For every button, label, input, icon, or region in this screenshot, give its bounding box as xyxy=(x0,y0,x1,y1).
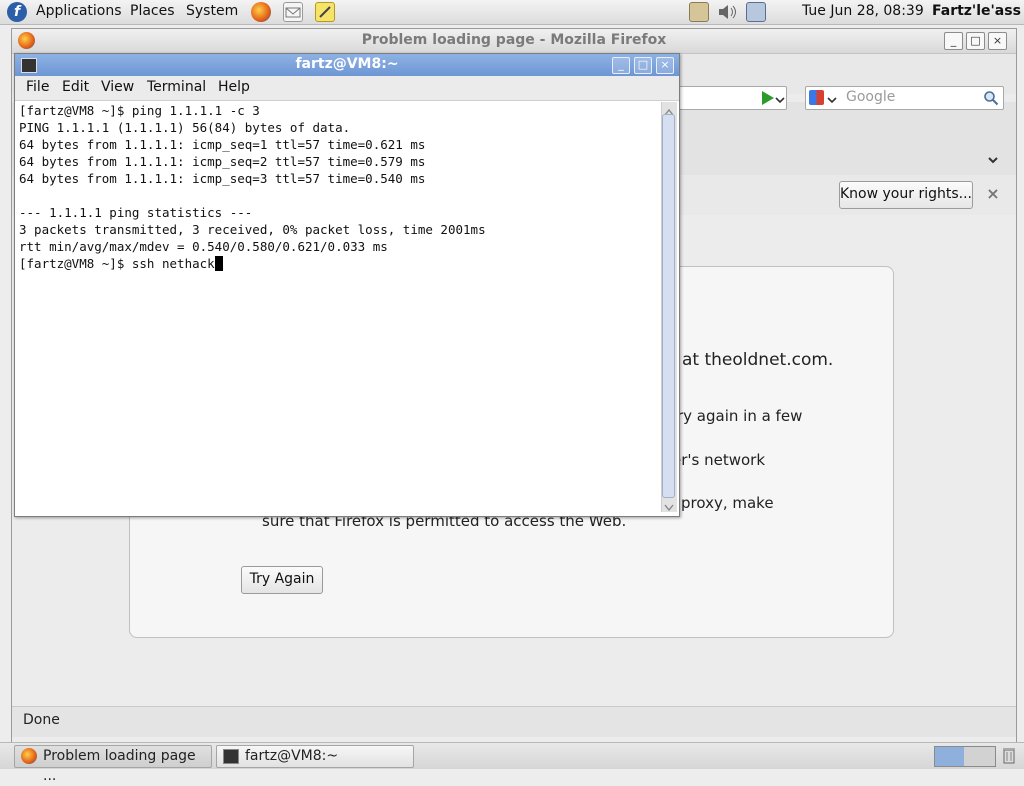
terminal-titlebar[interactable]: fartz@VM8:~ _ □ × xyxy=(15,54,679,76)
minimize-button[interactable]: _ xyxy=(612,57,630,74)
search-input[interactable]: Google xyxy=(805,86,1004,110)
terminal-line: 64 bytes from 1.1.1.1: icmp_seq=2 ttl=57… xyxy=(19,154,426,169)
clock[interactable]: Tue Jun 28, 08:39 xyxy=(802,0,924,24)
bottom-panel: Problem loading page ... fartz@VM8:~ xyxy=(0,742,1024,784)
chevron-down-icon[interactable] xyxy=(775,93,785,104)
volume-icon[interactable] xyxy=(717,3,739,21)
menu-edit[interactable]: Edit xyxy=(62,79,89,95)
menu-applications[interactable]: Applications xyxy=(36,0,122,24)
firefox-icon xyxy=(21,748,37,764)
search-icon[interactable] xyxy=(983,90,999,106)
maximize-button[interactable]: □ xyxy=(966,32,985,50)
search-placeholder: Google xyxy=(846,89,896,105)
terminal-cursor xyxy=(214,256,223,271)
menu-places[interactable]: Places xyxy=(130,0,175,24)
display-icon[interactable] xyxy=(746,2,766,22)
chevron-down-icon[interactable] xyxy=(827,93,837,104)
terminal-window: fartz@VM8:~ _ □ × File Edit View Termina… xyxy=(14,53,680,517)
terminal-line: 64 bytes from 1.1.1.1: icmp_seq=3 ttl=57… xyxy=(19,171,426,186)
close-button[interactable]: × xyxy=(988,32,1007,50)
taskbar-label: Problem loading page ... xyxy=(43,748,196,784)
fedora-logo-icon[interactable]: f xyxy=(7,2,27,22)
taskbar-item-firefox[interactable]: Problem loading page ... xyxy=(14,745,212,784)
terminal-line: [fartz@VM8 ~]$ ping 1.1.1.1 -c 3 xyxy=(19,103,260,118)
workspace-1[interactable] xyxy=(935,747,964,766)
firefox-titlebar[interactable]: Problem loading page - Mozilla Firefox _… xyxy=(12,29,1016,54)
terminal-prompt-line: [fartz@VM8 ~]$ ssh nethack xyxy=(19,255,659,272)
minimize-button[interactable]: _ xyxy=(944,32,963,50)
menu-file[interactable]: File xyxy=(26,79,49,95)
user-name[interactable]: Fartz'le'ass xyxy=(932,0,1021,24)
terminal-icon xyxy=(223,749,239,764)
menu-view[interactable]: View xyxy=(101,79,134,95)
chevron-down-icon[interactable] xyxy=(987,154,999,166)
close-icon[interactable]: × xyxy=(986,186,1000,202)
scroll-down-icon[interactable] xyxy=(664,500,674,512)
mail-icon[interactable] xyxy=(283,2,303,22)
error-line: er's network xyxy=(672,451,766,469)
error-title-fragment: at theoldnet.com. xyxy=(682,350,834,370)
terminal-line: 3 packets transmitted, 3 received, 0% pa… xyxy=(19,222,486,237)
notes-icon[interactable] xyxy=(315,2,335,22)
terminal-title: fartz@VM8:~ xyxy=(295,56,399,72)
status-text: Done xyxy=(23,712,60,728)
trash-icon[interactable] xyxy=(1002,746,1016,764)
terminal-line: rtt min/avg/max/mdev = 0.540/0.580/0.621… xyxy=(19,239,388,254)
network-icon[interactable] xyxy=(689,2,709,22)
taskbar-item-terminal[interactable]: fartz@VM8:~ xyxy=(216,745,414,768)
maximize-button[interactable]: □ xyxy=(634,57,652,74)
window-title: Problem loading page - Mozilla Firefox xyxy=(361,32,667,48)
know-your-rights-button[interactable]: Know your rights... xyxy=(839,181,973,209)
close-button[interactable]: × xyxy=(656,57,674,74)
top-panel: f Applications Places System Tue Jun 28,… xyxy=(0,0,1024,25)
terminal-line: [fartz@VM8 ~]$ ssh nethack xyxy=(19,256,215,271)
terminal-output[interactable]: [fartz@VM8 ~]$ ping 1.1.1.1 -c 3 PING 1.1… xyxy=(19,102,659,512)
terminal-line: PING 1.1.1.1 (1.1.1.1) 56(84) bytes of d… xyxy=(19,120,351,135)
error-line: proxy, make xyxy=(681,494,774,512)
workspace-switcher[interactable] xyxy=(934,746,996,767)
try-again-button[interactable]: Try Again xyxy=(241,566,323,594)
firefox-icon[interactable] xyxy=(251,2,271,22)
terminal-menubar: File Edit View Terminal Help xyxy=(15,76,679,101)
google-engine-icon[interactable] xyxy=(809,90,824,105)
menu-help[interactable]: Help xyxy=(218,79,250,95)
menu-terminal[interactable]: Terminal xyxy=(147,79,206,95)
scroll-up-icon[interactable] xyxy=(664,104,674,116)
error-line: ry again in a few xyxy=(677,407,803,425)
taskbar-label: fartz@VM8:~ xyxy=(245,748,339,764)
status-bar: Done xyxy=(12,706,1016,737)
terminal-scroll-thumb[interactable] xyxy=(662,114,675,498)
terminal-line: --- 1.1.1.1 ping statistics --- xyxy=(19,205,253,220)
terminal-line: 64 bytes from 1.1.1.1: icmp_seq=1 ttl=57… xyxy=(19,137,426,152)
menu-system[interactable]: System xyxy=(186,0,238,24)
go-icon[interactable] xyxy=(762,91,774,105)
